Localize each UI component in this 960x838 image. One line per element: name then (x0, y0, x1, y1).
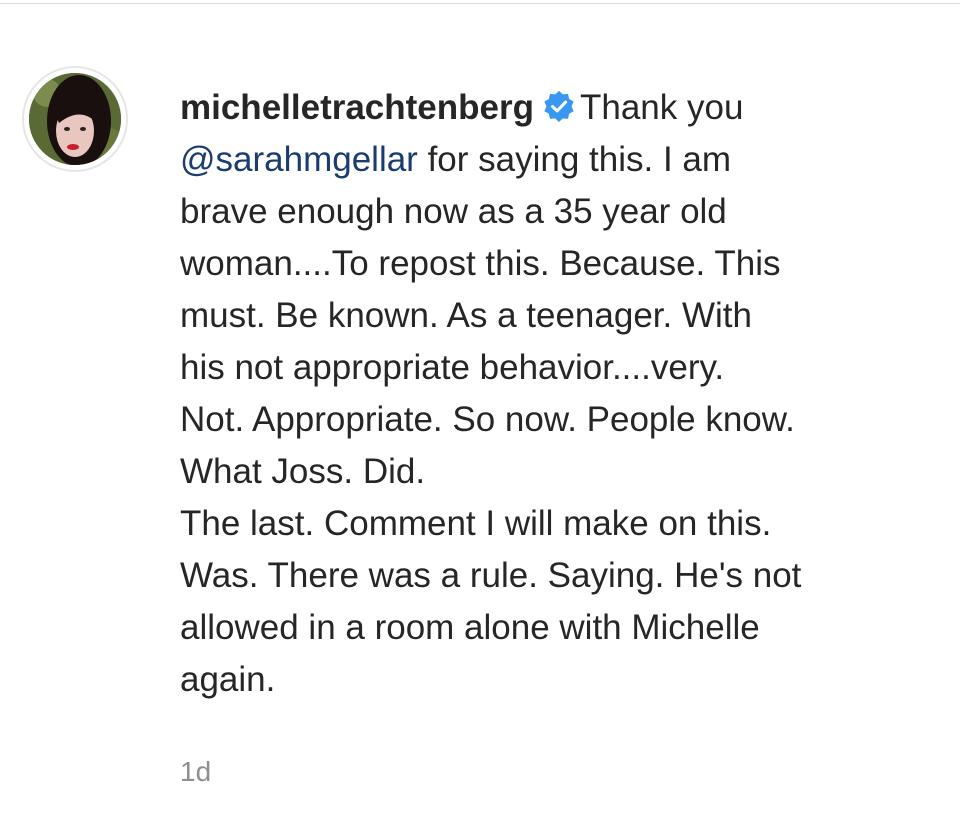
comment-body: michelletrachtenberg Thank you @sarahmgel… (180, 82, 940, 788)
comment: michelletrachtenberg Thank you @sarahmgel… (22, 66, 942, 788)
top-divider (0, 3, 960, 4)
comment-line-6: Not. Appropriate. So now. People know. (180, 400, 795, 439)
comment-line-1: for saying this. I am (417, 140, 732, 179)
comment-line-9: Was. There was a rule. Saying. He's not (180, 556, 802, 595)
verified-badge-icon (542, 87, 576, 122)
comment-line-2: brave enough now as a 35 year old (180, 192, 727, 231)
avatar-ring[interactable] (22, 66, 128, 172)
comment-text: michelletrachtenberg Thank you @sarahmgel… (180, 82, 940, 706)
comment-line-8: The last. Comment I will make on this. (180, 504, 772, 543)
timestamp[interactable]: 1d (180, 756, 940, 788)
comment-line-11: again. (180, 660, 276, 699)
comment-line-7: What Joss. Did. (180, 452, 426, 491)
comment-text-intro: Thank you (580, 88, 754, 127)
avatar[interactable] (29, 73, 121, 165)
mention-link[interactable]: @sarahmgellar (180, 140, 418, 179)
comment-line-10: allowed in a room alone with Michelle (180, 608, 760, 647)
comment-line-5: his not appropriate behavior....very. (180, 348, 725, 387)
comment-line-4: must. Be known. As a teenager. With (180, 296, 752, 335)
avatar-photo (29, 73, 121, 165)
comment-line-3: woman....To repost this. Because. This (180, 244, 781, 283)
username-link[interactable]: michelletrachtenberg (180, 88, 534, 127)
